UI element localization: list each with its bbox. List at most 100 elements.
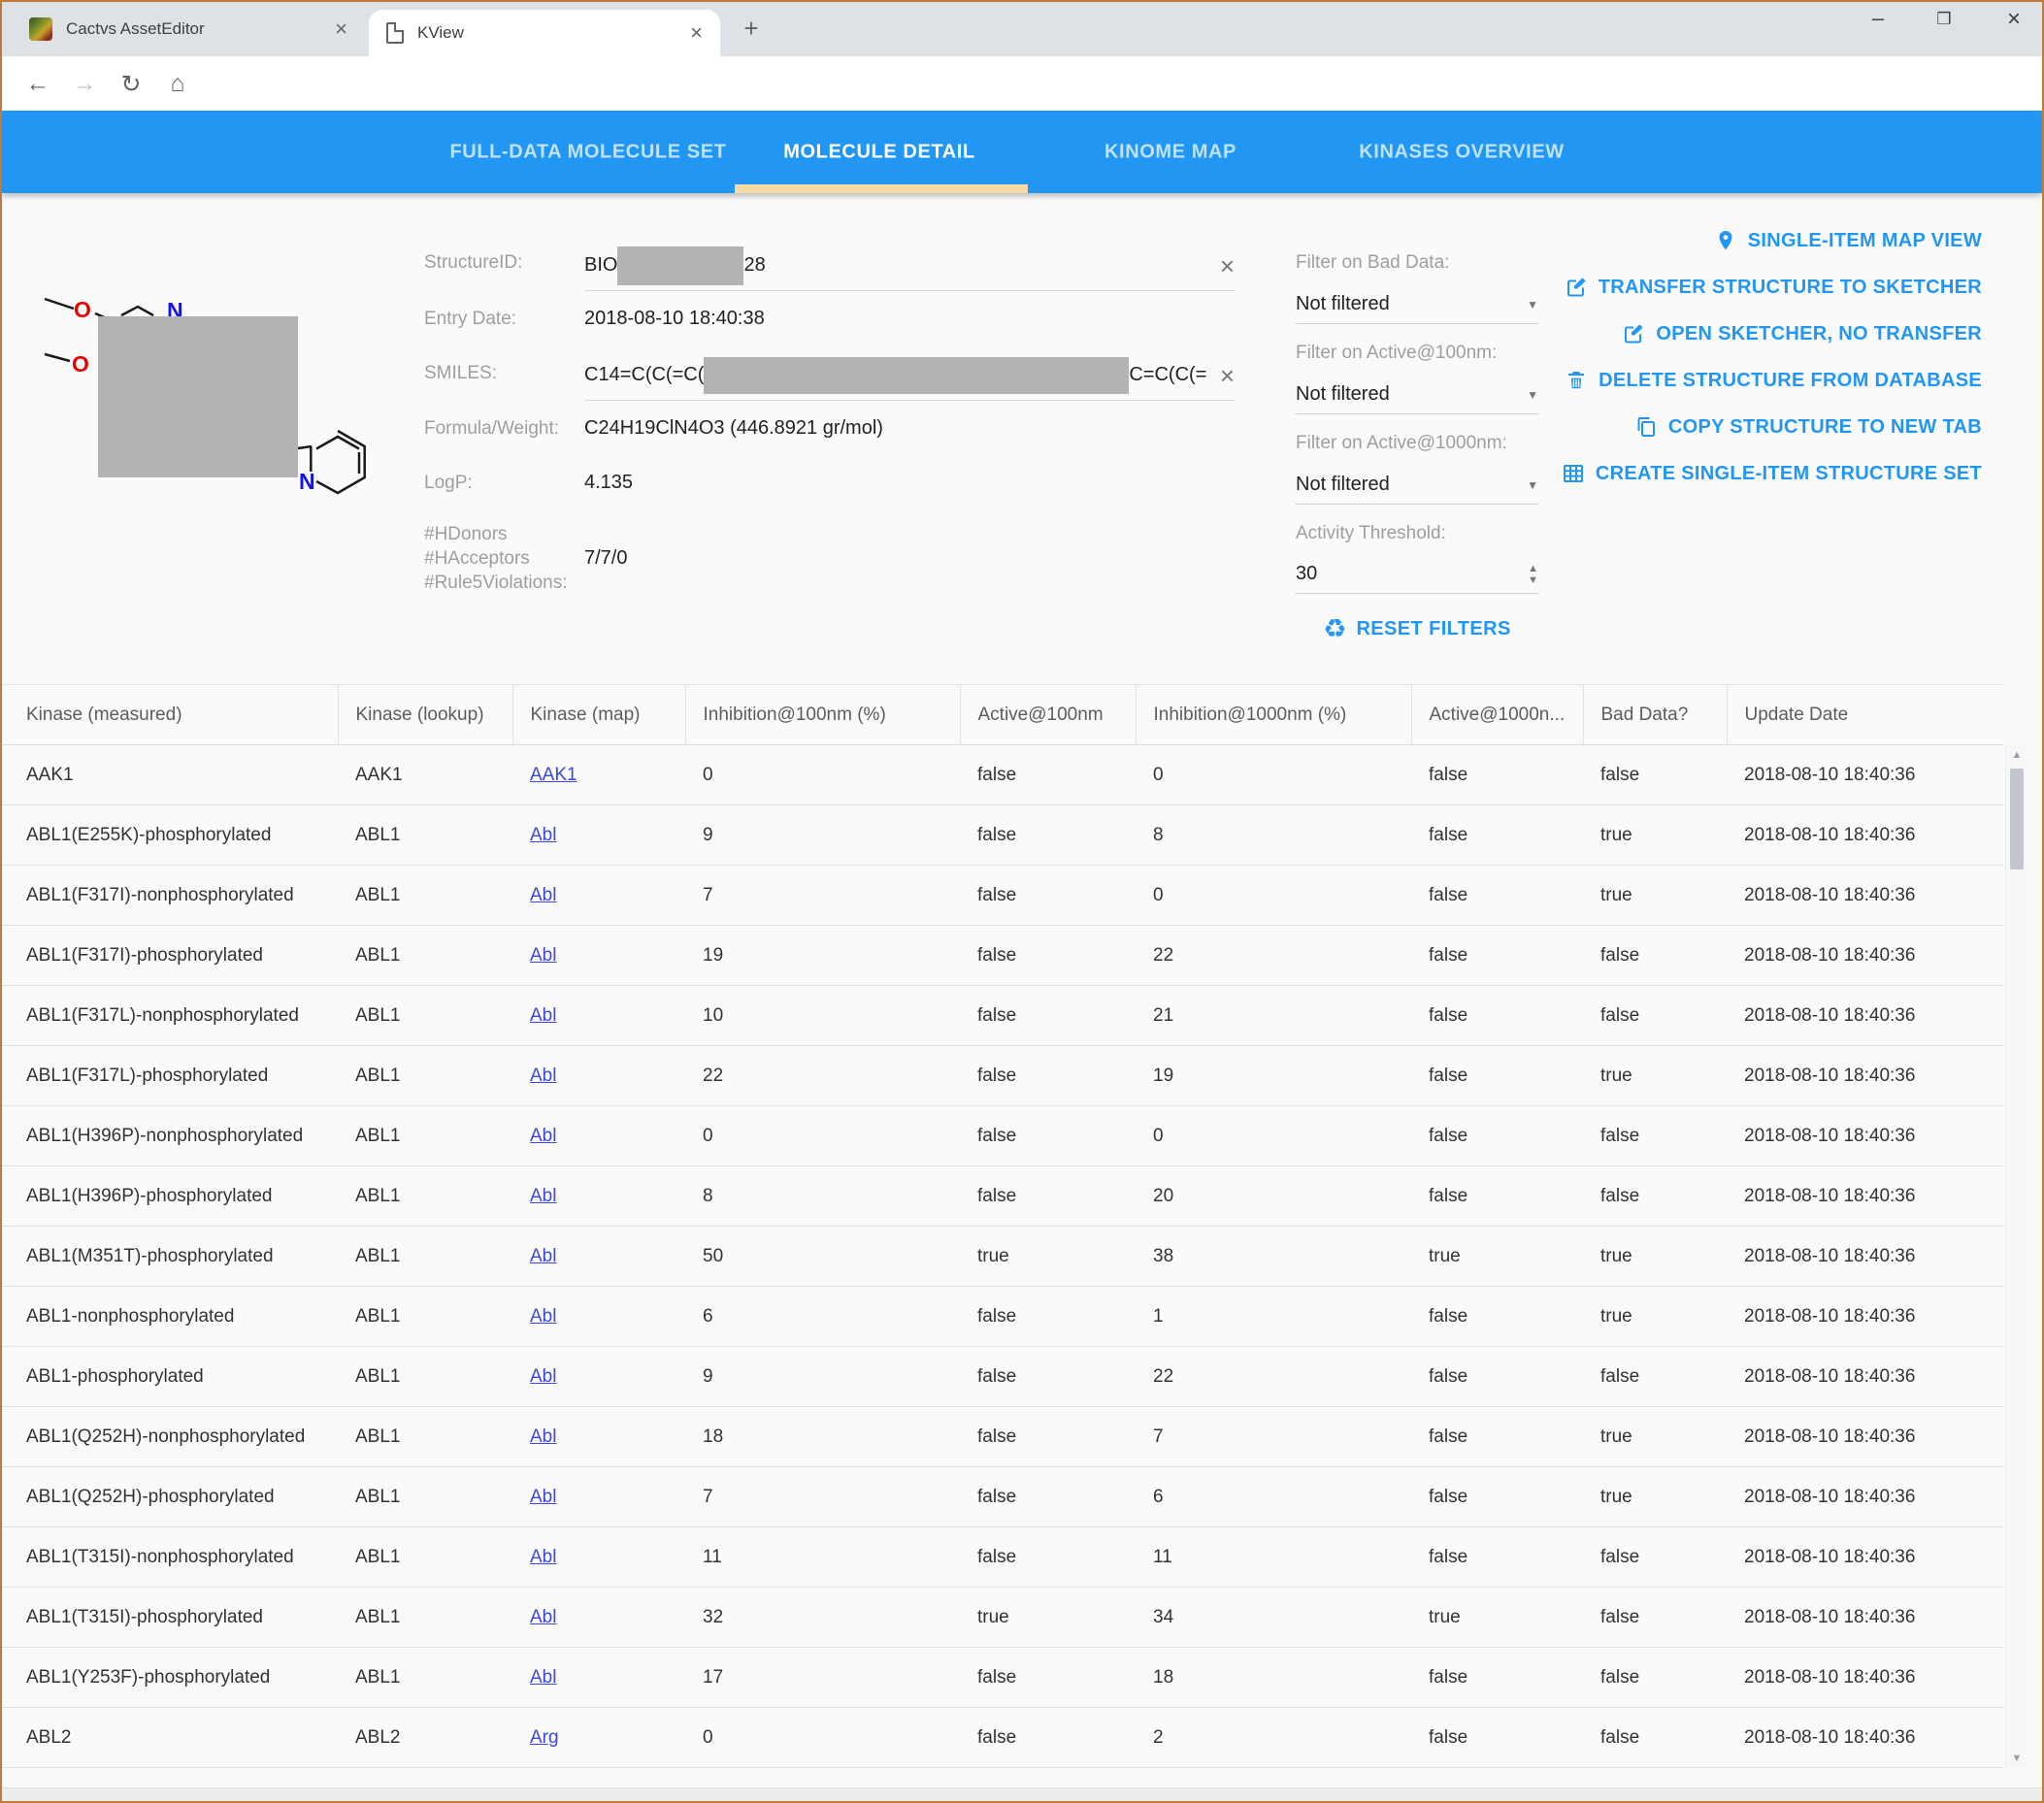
structure-id-label: StructureID:: [424, 252, 522, 274]
transfer-structure-to-sketcher-button[interactable]: TRANSFER STRUCTURE TO SKETCHER: [1565, 272, 1982, 303]
browser-tab-kview[interactable]: KView ×: [369, 10, 720, 56]
table-scrollbar[interactable]: ▲ ▼: [2005, 745, 2027, 1768]
reset-filters-button[interactable]: ♻ RESET FILTERS: [1296, 611, 1538, 646]
table-cell: 22: [1136, 926, 1411, 986]
window-minimize-button[interactable]: –: [1863, 6, 1893, 31]
table-cell: 2018-08-10 18:40:36: [1727, 1467, 2003, 1527]
window-maximize-button[interactable]: ❒: [1929, 10, 1959, 29]
table-cell: ABL1(F317L)-phosphorylated: [2, 1046, 338, 1106]
tab-molecule-detail[interactable]: MOLECULE DETAIL: [783, 141, 975, 163]
table-cell: false: [1583, 1527, 1727, 1588]
table-cell: true: [1583, 1046, 1727, 1106]
table-cell: 2018-08-10 18:40:36: [1727, 1588, 2003, 1648]
table-cell: ABL1: [338, 866, 512, 926]
table-cell: false: [1411, 1347, 1583, 1407]
table-cell: 8: [685, 1166, 960, 1227]
column-header[interactable]: Update Date: [1727, 685, 2003, 745]
map-pin-icon: [1714, 229, 1737, 252]
table-row: ABL1(F317L)-nonphosphorylatedABL1Abl10fa…: [2, 986, 2003, 1046]
kinase-map-link[interactable]: Abl: [530, 1426, 556, 1447]
column-header[interactable]: Active@1000n...: [1411, 685, 1583, 745]
column-header[interactable]: Kinase (lookup): [338, 685, 512, 745]
column-header[interactable]: Active@100nm: [960, 685, 1136, 745]
kinase-map-link[interactable]: Abl: [530, 1547, 556, 1567]
filter-active100-select[interactable]: Not filtered ▼: [1296, 376, 1538, 414]
tab-full-data-molecule-set[interactable]: FULL-DATA MOLECULE SET: [449, 141, 726, 163]
delete-structure-button[interactable]: DELETE STRUCTURE FROM DATABASE: [1565, 365, 1982, 396]
table-row: ABL1-phosphorylatedABL1Abl9false22falsef…: [2, 1347, 2003, 1407]
kinase-map-link[interactable]: Abl: [530, 1366, 556, 1387]
table-cell: false: [1411, 1407, 1583, 1467]
back-button[interactable]: ←: [23, 70, 52, 98]
tab-close-icon[interactable]: ×: [690, 22, 703, 44]
table-cell: false: [960, 1046, 1136, 1106]
table-cell: 22: [1136, 1347, 1411, 1407]
browser-tab-cactvs[interactable]: Cactvs AssetEditor ×: [16, 2, 361, 56]
tab-kinome-map[interactable]: KINOME MAP: [1104, 141, 1236, 163]
spin-up-icon[interactable]: ▲: [1528, 564, 1538, 574]
table-cell: 11: [685, 1527, 960, 1588]
reload-button[interactable]: ↻: [116, 70, 146, 99]
table-cell: false: [1411, 986, 1583, 1046]
table-row: ABL1(E255K)-phosphorylatedABL1Abl9false8…: [2, 805, 2003, 866]
kinase-map-link[interactable]: Abl: [530, 1667, 556, 1688]
kinase-map-link[interactable]: Abl: [530, 825, 556, 845]
table-cell: 2018-08-10 18:40:36: [1727, 1527, 2003, 1588]
tab-close-icon[interactable]: ×: [335, 18, 347, 40]
column-header[interactable]: Kinase (measured): [2, 685, 338, 745]
kinase-map-link[interactable]: Arg: [530, 1727, 559, 1748]
kinase-map-link[interactable]: Abl: [530, 945, 556, 966]
copy-icon: [1634, 415, 1658, 439]
tab-kinases-overview[interactable]: KINASES OVERVIEW: [1359, 141, 1565, 163]
scrollbar-thumb[interactable]: [2010, 769, 2024, 869]
kinase-map-link[interactable]: Abl: [530, 1126, 556, 1146]
clear-smiles-icon[interactable]: ×: [1220, 363, 1235, 388]
column-header[interactable]: Kinase (map): [512, 685, 685, 745]
kinase-map-link[interactable]: Abl: [530, 1487, 556, 1507]
table-cell: 7: [685, 1467, 960, 1527]
table-cell: false: [1411, 1106, 1583, 1166]
column-header[interactable]: Bad Data?: [1583, 685, 1727, 745]
kinase-map-link[interactable]: Abl: [530, 1005, 556, 1026]
filter-active1000-select[interactable]: Not filtered ▼: [1296, 466, 1538, 505]
table-cell: false: [1411, 1708, 1583, 1768]
table-cell: Abl: [512, 1648, 685, 1708]
kinase-map-link[interactable]: AAK1: [530, 765, 577, 785]
table-row: ABL1(Y253F)-phosphorylatedABL1Abl17false…: [2, 1648, 2003, 1708]
column-header[interactable]: Inhibition@100nm (%): [685, 685, 960, 745]
kinase-map-link[interactable]: Abl: [530, 1246, 556, 1266]
forward-button[interactable]: →: [70, 70, 99, 98]
table-cell: true: [1583, 1287, 1727, 1347]
table-cell: 6: [1136, 1467, 1411, 1527]
filter-bad-data-select[interactable]: Not filtered ▼: [1296, 285, 1538, 324]
new-tab-button[interactable]: +: [736, 14, 767, 45]
table-cell: 2018-08-10 18:40:36: [1727, 1708, 2003, 1768]
table-cell: 8: [1136, 805, 1411, 866]
kinase-map-link[interactable]: Abl: [530, 1607, 556, 1627]
rule5-label: #HDonors #HAcceptors #Rule5Violations:: [424, 522, 568, 595]
table-cell: ABL1(F317L)-nonphosphorylated: [2, 986, 338, 1046]
open-sketcher-no-transfer-button[interactable]: OPEN SKETCHER, NO TRANSFER: [1622, 318, 1982, 349]
table-cell: 18: [1136, 1648, 1411, 1708]
kinase-map-link[interactable]: Abl: [530, 1306, 556, 1327]
table-cell: false: [1583, 1347, 1727, 1407]
kinase-map-link[interactable]: Abl: [530, 1186, 556, 1206]
column-header[interactable]: Inhibition@1000nm (%): [1136, 685, 1411, 745]
single-item-map-view-button[interactable]: SINGLE-ITEM MAP VIEW: [1714, 225, 1982, 256]
smiles-field[interactable]: C14=C(C(=C( C=C(C(= ×: [584, 350, 1235, 401]
copy-structure-to-new-tab-button[interactable]: COPY STRUCTURE TO NEW TAB: [1634, 411, 1982, 443]
kinase-map-link[interactable]: Abl: [530, 885, 556, 905]
window-close-button[interactable]: ×: [1999, 6, 2028, 33]
table-cell: 10: [685, 986, 960, 1046]
kinase-map-link[interactable]: Abl: [530, 1065, 556, 1086]
horizontal-scrollbar-track[interactable]: [2, 1787, 2042, 1801]
home-button[interactable]: ⌂: [163, 70, 192, 98]
spin-down-icon[interactable]: ▼: [1528, 575, 1538, 585]
structure-id-field[interactable]: BIO 28 ×: [584, 241, 1235, 291]
activity-threshold-stepper[interactable]: 30 ▲ ▼: [1296, 555, 1538, 594]
clear-structure-id-icon[interactable]: ×: [1220, 253, 1235, 279]
create-single-item-structure-set-button[interactable]: CREATE SINGLE-ITEM STRUCTURE SET: [1562, 458, 1982, 489]
table-cell: ABL1: [338, 1287, 512, 1347]
scroll-down-icon[interactable]: ▼: [2006, 1753, 2028, 1764]
scroll-up-icon[interactable]: ▲: [2006, 749, 2028, 761]
